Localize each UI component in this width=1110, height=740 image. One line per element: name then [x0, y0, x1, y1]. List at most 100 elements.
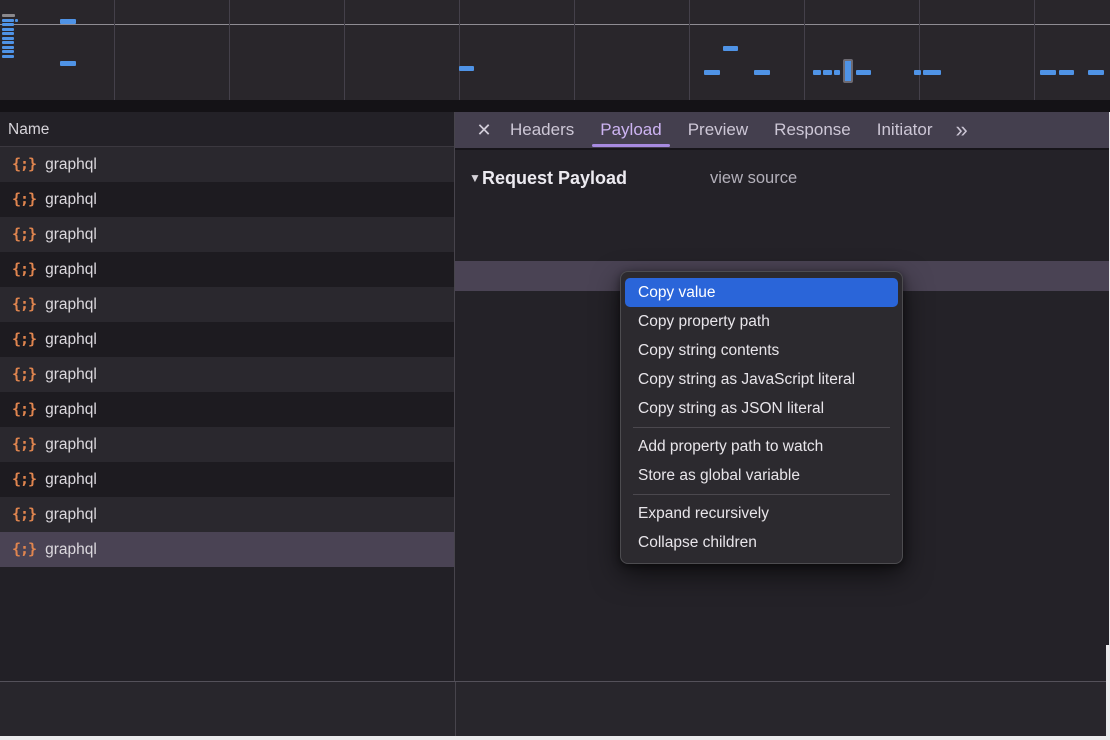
request-timing-bar[interactable]	[823, 70, 832, 75]
request-timing-bar[interactable]	[856, 70, 871, 75]
payload-object-preview-row[interactable]: ▼ {operationName: "ipFlowTimeseries", va…	[455, 201, 1109, 231]
request-timing-bar[interactable]	[459, 66, 474, 71]
overview-gridline-vertical	[919, 0, 920, 100]
json-request-icon: {;}	[12, 462, 36, 497]
menu-item-copy-value[interactable]: Copy value	[625, 278, 898, 307]
request-row[interactable]: {;} graphql	[0, 217, 454, 252]
request-timing-bar[interactable]	[2, 46, 14, 49]
json-request-icon: {;}	[12, 147, 36, 182]
request-row[interactable]: {;}graphql	[0, 357, 454, 392]
close-icon[interactable]: ✕	[471, 120, 497, 141]
request-row[interactable]: {;} graphql	[0, 427, 454, 462]
menu-item-copy-string-as-json-literal[interactable]: Copy string as JSON literal	[625, 394, 898, 423]
request-timing-bar[interactable]	[2, 28, 14, 31]
menu-item-copy-property-path[interactable]: Copy property path	[625, 307, 898, 336]
request-timing-bar[interactable]	[723, 46, 738, 51]
tab-initiator[interactable]: Initiator	[877, 112, 933, 148]
request-row[interactable]: {;}graphql	[0, 497, 454, 532]
json-request-icon: {;}	[12, 322, 36, 357]
request-timing-bar[interactable]	[2, 32, 14, 35]
request-name-label: graphql	[45, 357, 97, 392]
section-collapse-caret[interactable]: ▼	[469, 165, 481, 191]
request-name-label: graphql	[45, 147, 97, 182]
request-row[interactable]: {;}graphql	[0, 392, 454, 427]
request-timing-bar[interactable]	[60, 61, 76, 66]
request-name-label: graphql	[45, 322, 97, 357]
tab-headers[interactable]: Headers	[510, 112, 574, 148]
request-timing-bar[interactable]	[834, 70, 840, 75]
request-timing-bar[interactable]	[15, 19, 18, 22]
devtools-window: Name {;}graphql{;}graphql{;}graphql{;}gr…	[0, 0, 1110, 740]
overview-gridline-vertical	[689, 0, 690, 100]
request-row[interactable]: {;} graphql	[0, 322, 454, 357]
request-timing-bar[interactable]	[754, 70, 770, 75]
request-timing-bar[interactable]	[704, 70, 720, 75]
menu-item-add-property-path-to-watch[interactable]: Add property path to watch	[625, 432, 898, 461]
request-timing-bar[interactable]	[923, 70, 941, 75]
request-list-panel: Name {;}graphql{;}graphql{;}graphql{;}gr…	[0, 112, 455, 681]
request-timing-bar[interactable]	[2, 50, 14, 53]
request-name-label: graphql	[45, 182, 97, 217]
request-row-selected[interactable]: {;} graphql	[0, 532, 454, 567]
request-timing-bar[interactable]	[1040, 70, 1056, 75]
tab-payload[interactable]: Payload	[600, 112, 661, 148]
json-request-icon: {;}	[12, 287, 36, 322]
menu-divider	[633, 427, 890, 428]
request-timing-bar[interactable]	[2, 19, 14, 22]
overview-gridline-vertical	[804, 0, 805, 100]
page-background-bottom-edge	[0, 736, 1110, 740]
overview-bottom-strip	[0, 100, 1110, 112]
request-payload-section-header: ▼ Request Payload view source	[455, 165, 1109, 191]
request-timing-bar[interactable]	[2, 37, 14, 40]
request-timing-bar[interactable]	[813, 70, 821, 75]
menu-divider	[633, 494, 890, 495]
request-timing-bar[interactable]	[2, 23, 14, 26]
payload-operation-name-row[interactable]: operationName: "ipFlowTimeseries"	[455, 231, 1109, 261]
overview-gridline-vertical	[229, 0, 230, 100]
overview-gridline-vertical	[344, 0, 345, 100]
json-request-icon: {;}	[12, 427, 36, 462]
menu-item-copy-string-as-javascript-literal[interactable]: Copy string as JavaScript literal	[625, 365, 898, 394]
page-background-right-edge	[1106, 645, 1110, 740]
request-timing-bar[interactable]	[914, 70, 921, 75]
overview-gridline-vertical	[459, 0, 460, 100]
request-row[interactable]: {;} graphql	[0, 182, 454, 217]
view-source-link[interactable]: view source	[710, 165, 797, 191]
request-row[interactable]: {;}graphql	[0, 252, 454, 287]
section-title: Request Payload	[482, 165, 627, 191]
menu-item-collapse-children[interactable]: Collapse children	[625, 528, 898, 557]
json-request-icon: {;}	[12, 392, 36, 427]
json-request-icon: {;}	[12, 532, 36, 567]
request-timing-bar[interactable]	[2, 55, 14, 58]
request-row[interactable]: {;} graphql	[0, 147, 454, 182]
request-timing-bar[interactable]	[2, 14, 15, 17]
menu-item-copy-string-contents[interactable]: Copy string contents	[625, 336, 898, 365]
overview-gridline-vertical	[114, 0, 115, 100]
status-bar	[0, 682, 1110, 736]
more-tabs-icon[interactable]: »	[955, 117, 965, 143]
json-request-icon: {;}	[12, 182, 36, 217]
request-name-label: graphql	[45, 427, 97, 462]
menu-item-store-as-global-variable[interactable]: Store as global variable	[625, 461, 898, 490]
json-request-icon: {;}	[12, 217, 36, 252]
overview-gridline-horizontal	[0, 24, 1110, 25]
menu-item-expand-recursively[interactable]: Expand recursively	[625, 499, 898, 528]
overview-gridline-vertical	[1034, 0, 1035, 100]
network-overview-waterfall[interactable]	[0, 0, 1110, 100]
request-timing-bar[interactable]	[60, 19, 76, 24]
request-name-label: graphql	[45, 217, 97, 252]
name-column-header[interactable]: Name	[0, 112, 454, 147]
request-row[interactable]: {;}graphql	[0, 287, 454, 322]
selected-request-marker[interactable]	[843, 59, 853, 83]
request-row[interactable]: {;} graphql	[0, 462, 454, 497]
request-timing-bar[interactable]	[2, 41, 14, 44]
request-rows: {;} graphql {;} graphql {;} graphql {;} graphql…	[0, 147, 454, 567]
status-bar-split	[455, 682, 456, 736]
request-timing-bar[interactable]	[1059, 70, 1074, 75]
request-name-label: graphql	[45, 532, 97, 567]
json-request-icon: {;}	[12, 252, 36, 287]
request-timing-bar[interactable]	[1088, 70, 1104, 75]
tab-response[interactable]: Response	[774, 112, 851, 148]
request-name-label: graphql	[45, 462, 97, 497]
tab-preview[interactable]: Preview	[688, 112, 748, 148]
